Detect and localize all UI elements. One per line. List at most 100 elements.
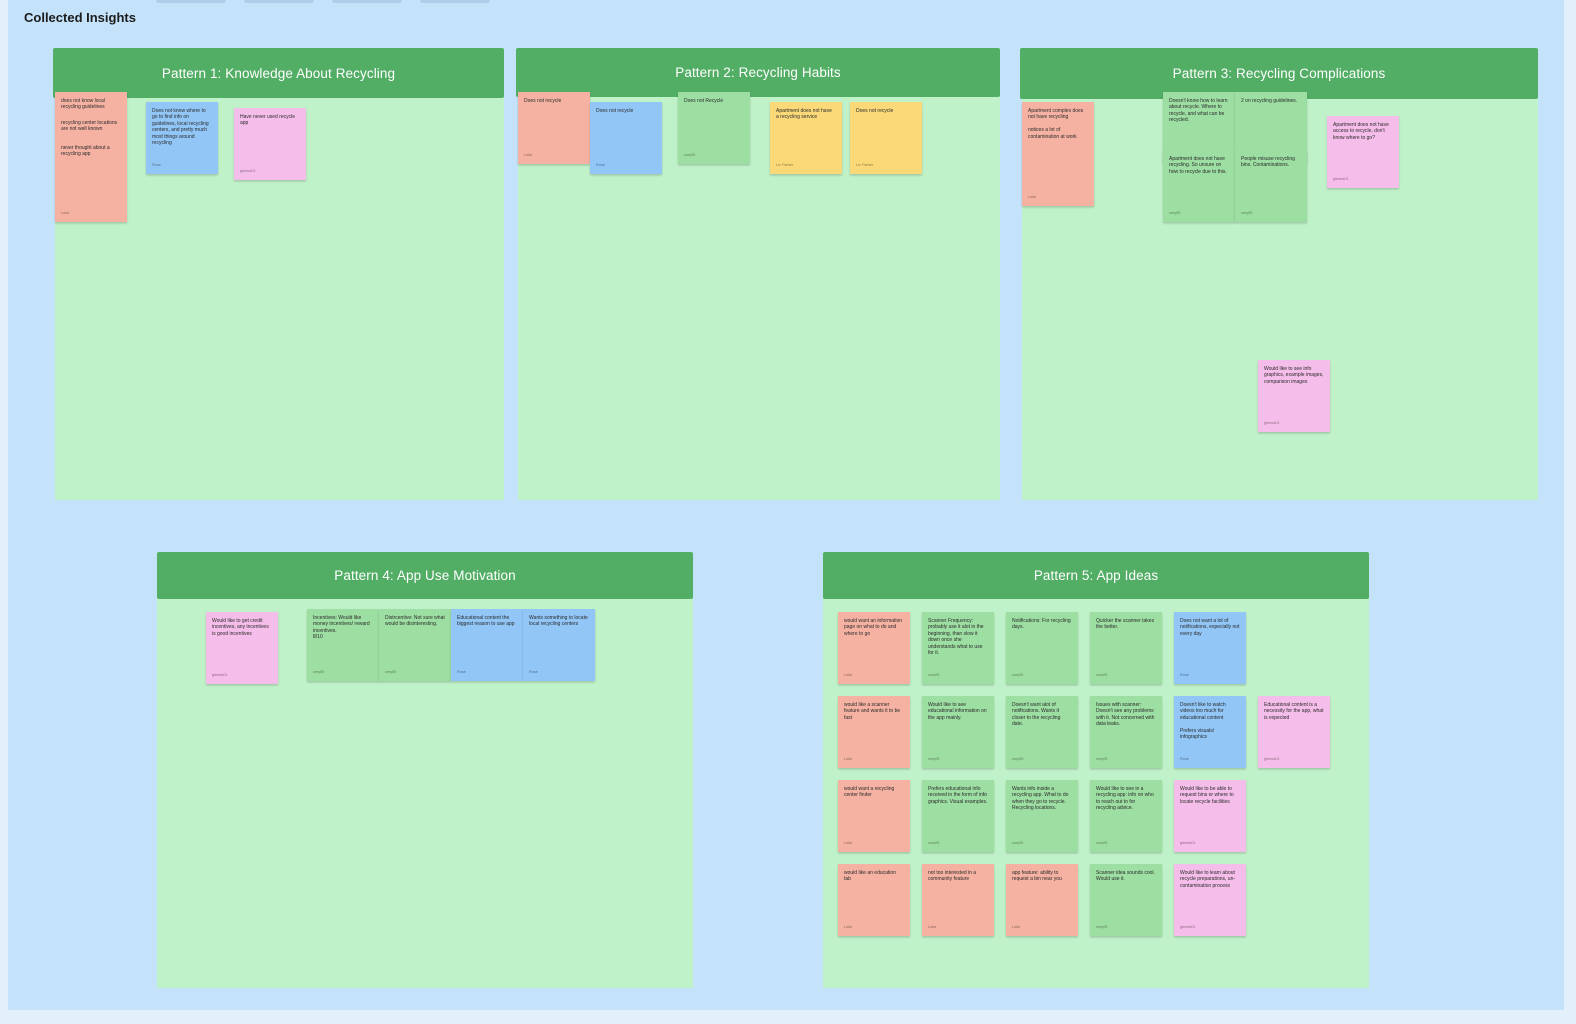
section-pattern-4[interactable]: Pattern 4: App Use Motivation Would like…	[157, 552, 693, 988]
note-text: Wants something to locate local recyclin…	[529, 615, 588, 628]
note-text: Educational content is a necessity for t…	[1264, 702, 1324, 721]
note-text: does not know local recycling guidelines	[61, 98, 105, 111]
sticky-note[interactable]: Would like to get credit incentives, any…	[206, 612, 278, 684]
note-author: crey05	[928, 840, 940, 845]
note-author: Liz Farber	[776, 162, 794, 167]
section-header[interactable]: Pattern 2: Recycling Habits	[516, 48, 1000, 97]
sticky-note[interactable]: not too interested in a community featur…	[922, 864, 994, 936]
sticky-note[interactable]: Scanner idea sounds cool. Would use it. c…	[1090, 864, 1162, 936]
note-text: Does not want a lot of notifications, es…	[1180, 618, 1240, 637]
sticky-note[interactable]: People misuse recycling bins. Contaminat…	[1235, 150, 1307, 222]
note-author: glenna01	[1180, 840, 1196, 845]
note-author: glenna01	[212, 672, 228, 677]
note-author: crey05	[1096, 924, 1108, 929]
sticky-note[interactable]: Does not Recycle crey05	[678, 92, 750, 164]
note-author: crey05	[1096, 672, 1108, 677]
section-pattern-5[interactable]: Pattern 5: App Ideas would want an infor…	[823, 360, 1369, 988]
sticky-note[interactable]: Apartment does not have a recycling serv…	[770, 102, 842, 174]
note-text: Would like to learn about recycle prepar…	[1180, 870, 1236, 889]
sticky-note[interactable]: Wants info inside a recycling app. What …	[1006, 780, 1078, 852]
note-author: Rose	[152, 162, 161, 167]
sticky-note[interactable]: Scanner Frequency: probably use it alot …	[922, 612, 994, 684]
note-text: Apartment does not have access to recycl…	[1333, 122, 1389, 141]
note-author: glenna01	[240, 168, 256, 173]
section-header[interactable]: Pattern 1: Knowledge About Recycling	[53, 48, 504, 98]
note-text: Would like to see in a recycling app: in…	[1096, 786, 1154, 812]
sticky-note[interactable]: Would like to see info graphics, example…	[1258, 360, 1330, 432]
note-author: crey05	[1241, 210, 1253, 215]
note-text: Doesn't like to watch videos too much fo…	[1180, 702, 1226, 741]
sticky-note[interactable]: Does not know where to go to find info o…	[146, 102, 218, 174]
note-author: glenna01	[1333, 176, 1349, 181]
note-author: glenna01	[1180, 924, 1196, 929]
sticky-note[interactable]: Would like to be able to request bins or…	[1174, 780, 1246, 852]
note-author: Rose	[529, 669, 538, 674]
note-text: Does not recycle	[856, 108, 894, 114]
sticky-note[interactable]: Apartment does not have access to recycl…	[1327, 116, 1399, 188]
note-author: Luke	[844, 672, 853, 677]
note-text: Wants info inside a recycling app. What …	[1012, 786, 1069, 812]
section-pattern-1[interactable]: Pattern 1: Knowledge About Recycling doe…	[53, 48, 504, 500]
note-text: Apartment does not have recycling. So un…	[1169, 156, 1227, 175]
note-author: Luke	[61, 210, 70, 215]
sticky-note[interactable]: Notifications: For recycling days. crey05	[1006, 612, 1078, 684]
note-text: Issues with scanner: Doesn't see any pro…	[1096, 702, 1155, 728]
sticky-note[interactable]: Would like to see educational informatio…	[922, 696, 994, 768]
sticky-note[interactable]: Educational content the biggest reason t…	[451, 609, 523, 681]
note-author: crey05	[1012, 756, 1024, 761]
note-text: Does not recycle	[524, 98, 562, 104]
sticky-note[interactable]: Quicker the scanner takes the better. cre…	[1090, 612, 1162, 684]
note-author: crey05	[1012, 672, 1024, 677]
board-title: Collected Insights	[24, 10, 136, 25]
note-text: not too interested in a community featur…	[928, 870, 977, 883]
sticky-note[interactable]: Apartment does not have recycling. So un…	[1163, 150, 1235, 222]
note-text: would like a scanner feature and wants i…	[844, 702, 901, 721]
note-author: crey05	[1169, 210, 1181, 215]
sticky-note[interactable]: Would like to see in a recycling app: in…	[1090, 780, 1162, 852]
sticky-note[interactable]: Issues with scanner: Doesn't see any pro…	[1090, 696, 1162, 768]
sticky-note[interactable]: Wants something to locate local recyclin…	[523, 609, 595, 681]
sticky-note[interactable]: Doesn't want alot of notifications. Want…	[1006, 696, 1078, 768]
sticky-note[interactable]: would like an education tab Luke	[838, 864, 910, 936]
note-text: Does not know where to go to find info o…	[152, 108, 209, 147]
note-author: Luke	[1012, 924, 1021, 929]
note-text: Would like to be able to request bins or…	[1180, 786, 1234, 805]
note-author: glenna01	[1264, 756, 1280, 761]
whiteboard-canvas[interactable]: Collected Insights Pattern 1: Knowledge …	[8, 0, 1564, 1010]
sticky-note[interactable]: would want a recycling center finder Luke	[838, 780, 910, 852]
note-text: Would like to see educational informatio…	[928, 702, 987, 721]
note-text: Would like to see info graphics, example…	[1264, 366, 1324, 385]
section-header[interactable]: Pattern 5: App Ideas	[823, 552, 1369, 599]
sticky-note[interactable]: app feature: ability to request a bin ne…	[1006, 864, 1078, 936]
note-text: would like an education tab	[844, 870, 896, 883]
section-pattern-3[interactable]: Pattern 3: Recycling Complications Apart…	[1020, 48, 1538, 500]
sticky-note[interactable]: Doesn't like to watch videos too much fo…	[1174, 696, 1246, 768]
note-author: crey05	[928, 756, 940, 761]
note-text: Scanner Frequency: probably use it alot …	[928, 618, 984, 657]
sticky-note[interactable]: Would like to learn about recycle prepar…	[1174, 864, 1246, 936]
section-pattern-2[interactable]: Pattern 2: Recycling Habits Does not rec…	[516, 48, 1000, 500]
sticky-note[interactable]: Distrcentive: Not sure what would be dis…	[379, 609, 451, 681]
sticky-note[interactable]: Apartment complex does not have recyclin…	[1022, 102, 1094, 206]
sticky-note[interactable]: Have never used recycle app glenna01	[234, 108, 306, 180]
note-author: crey05	[313, 669, 325, 674]
sticky-note[interactable]: Prefers educational info received in the…	[922, 780, 994, 852]
sticky-note[interactable]: Does not want a lot of notifications, es…	[1174, 612, 1246, 684]
note-text: would want an information page on what t…	[844, 618, 903, 637]
sticky-note[interactable]: Educational content is a necessity for t…	[1258, 696, 1330, 768]
sticky-note[interactable]: Does not recycle Luke	[518, 92, 590, 164]
sticky-note[interactable]: Does not recycle Liz Farber	[850, 102, 922, 174]
note-text: Have never used recycle app	[240, 114, 296, 127]
note-text: Incentives: Would like money incentives/…	[313, 615, 370, 641]
note-text: Quicker the scanner takes the better.	[1096, 618, 1155, 631]
sticky-note[interactable]: Does not recycle Rose	[590, 102, 662, 174]
sticky-note[interactable]: would want an information page on what t…	[838, 612, 910, 684]
note-author: Luke	[1028, 194, 1037, 199]
note-text: Distrcentive: Not sure what would be dis…	[385, 615, 445, 628]
sticky-note[interactable]: would like a scanner feature and wants i…	[838, 696, 910, 768]
sticky-note[interactable]: does not know local recycling guidelines…	[55, 92, 127, 222]
sticky-note[interactable]: Incentives: Would like money incentives/…	[307, 609, 379, 681]
note-author: glenna01	[1264, 420, 1280, 425]
section-header[interactable]: Pattern 4: App Use Motivation	[157, 552, 693, 599]
note-text: Doesn't want alot of notifications. Want…	[1012, 702, 1061, 728]
